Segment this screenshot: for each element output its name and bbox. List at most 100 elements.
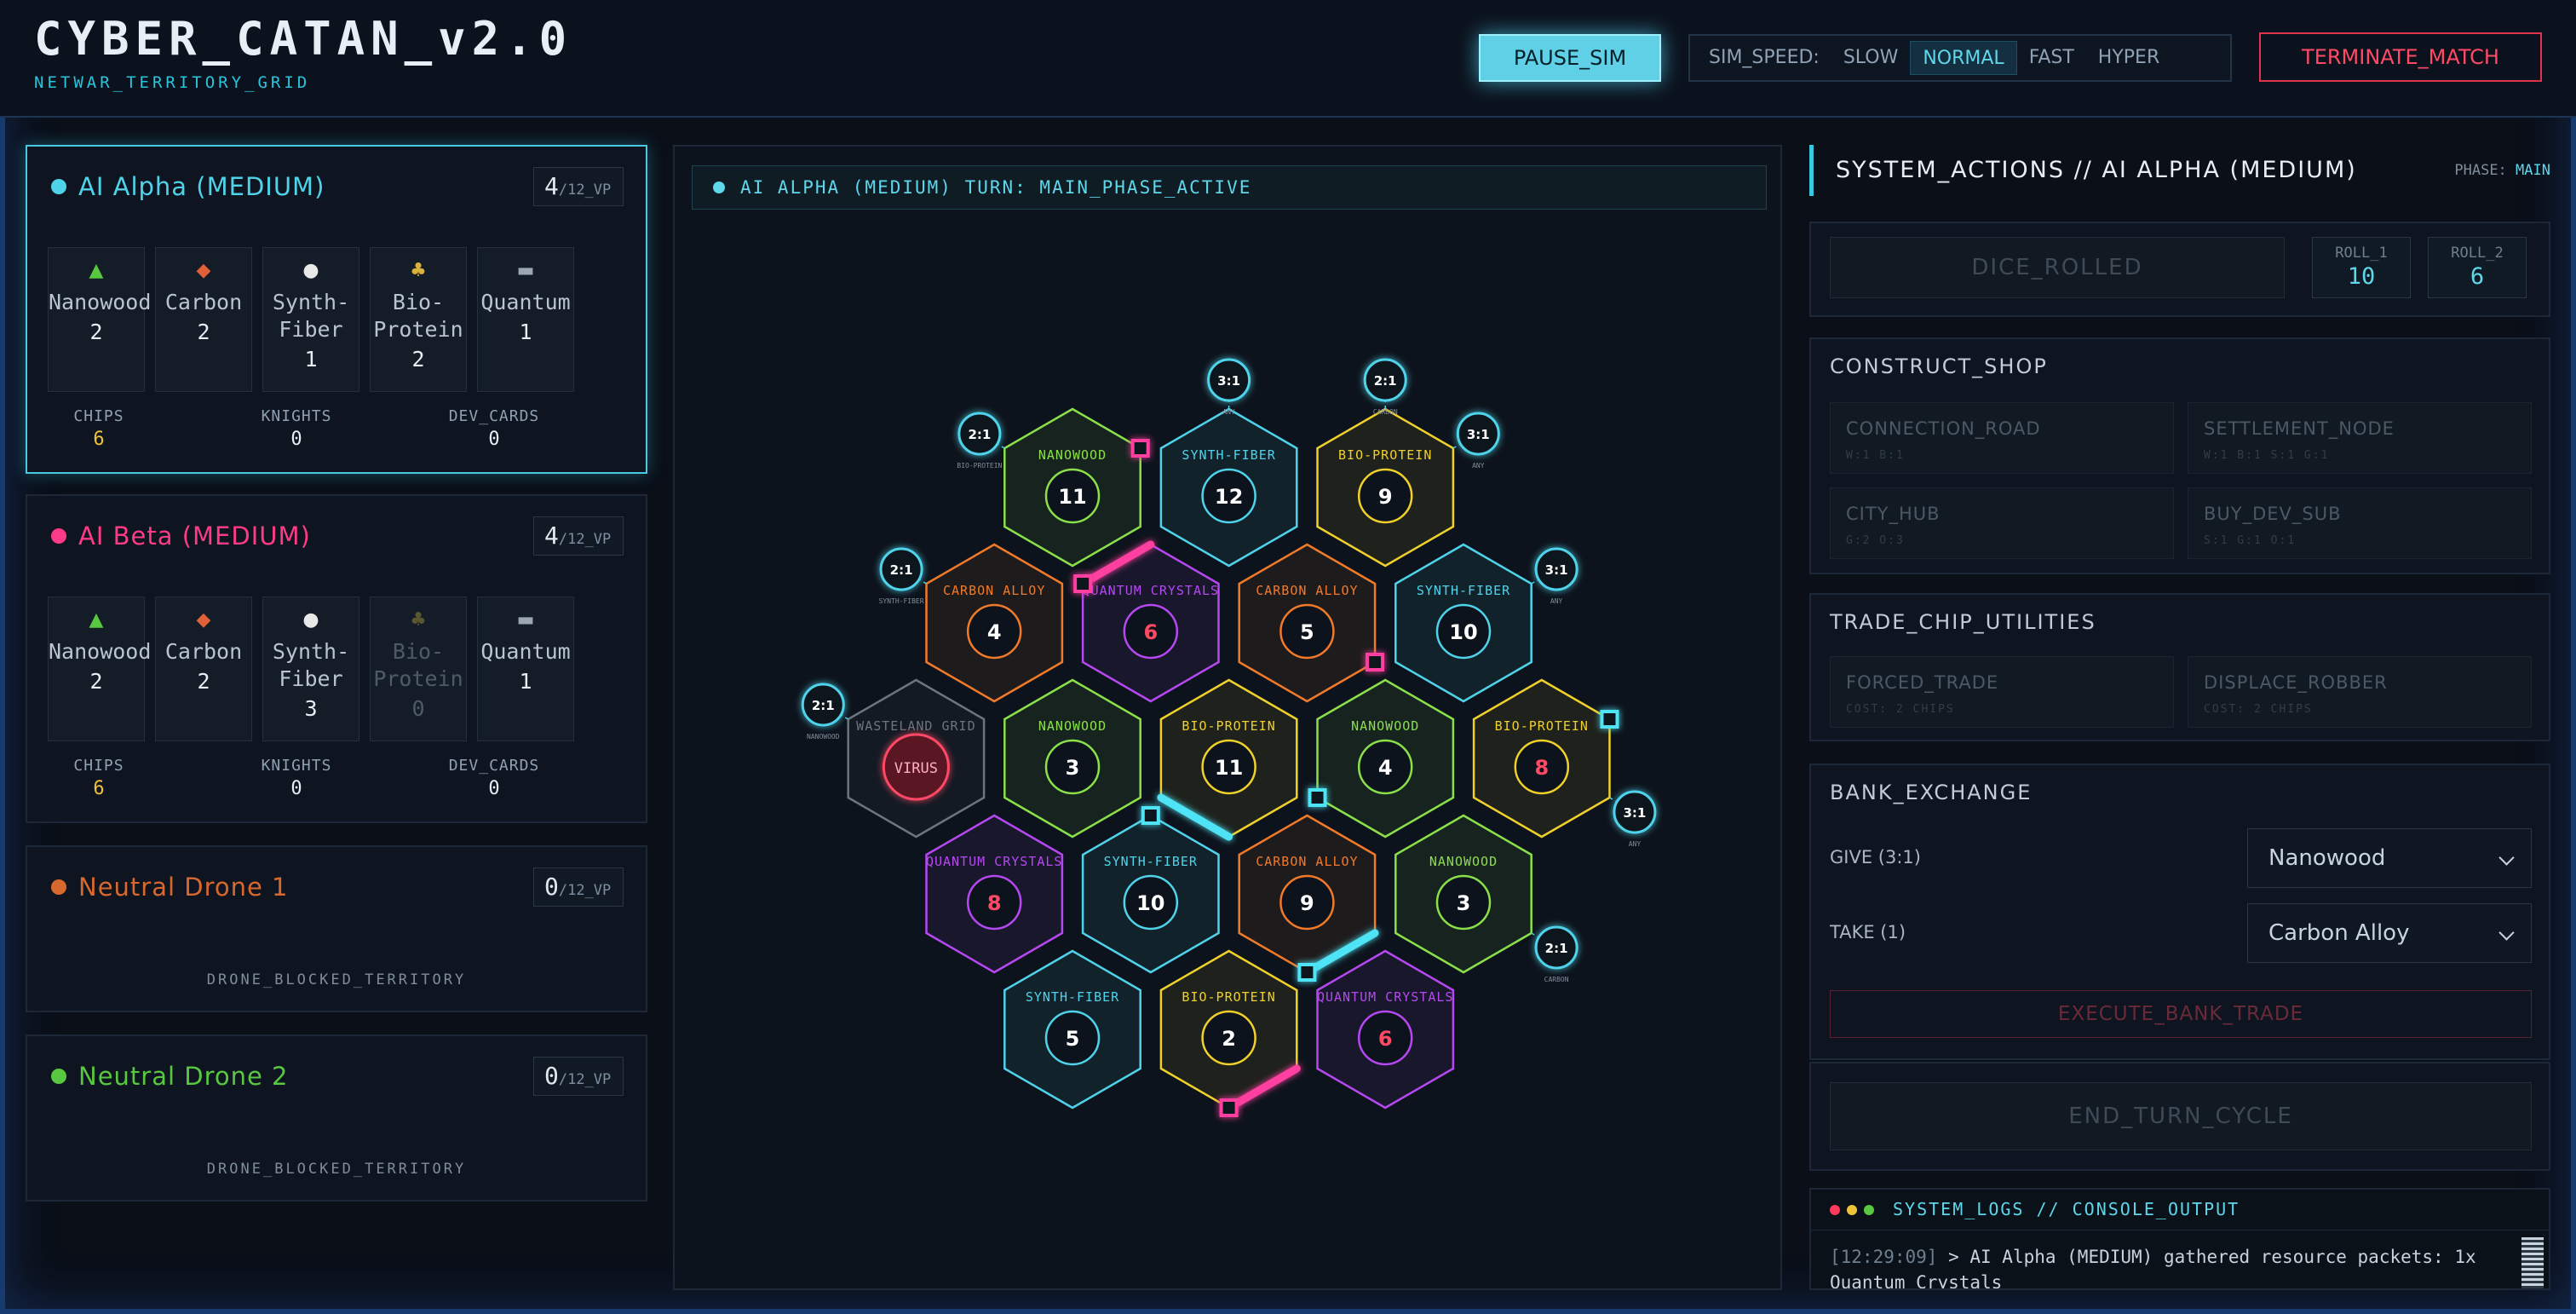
build-city-button[interactable]: CITY_HUB G:2 O:3	[1830, 487, 2174, 559]
speed-option-normal[interactable]: NORMAL	[1910, 41, 2017, 75]
take-resource-select[interactable]: Carbon Alloy	[2247, 903, 2532, 963]
wheat-icon: ♣	[410, 260, 427, 281]
stat-knights: KNIGHTS 0	[261, 757, 332, 799]
victory-points: 0/12_VP	[533, 867, 624, 907]
token-number: 5	[1300, 620, 1314, 644]
port-ratio: 2:1	[812, 698, 835, 713]
take-label: TAKE (1)	[1830, 922, 1906, 942]
build-road-button[interactable]: CONNECTION_ROAD W:1 B:1	[1830, 402, 2174, 474]
logs-scrollbar[interactable]	[2521, 1237, 2544, 1288]
tile-label: BIO-PROTEIN	[1182, 989, 1275, 1005]
end-turn-section: END_TURN_CYCLE	[1809, 1062, 2550, 1171]
resource-nanowood: ▲ Nanowood 2	[48, 247, 151, 392]
port-ratio: 3:1	[1217, 373, 1240, 389]
speed-option-fast[interactable]: FAST	[2017, 41, 2086, 75]
phase-indicator: PHASE: MAIN	[2454, 162, 2550, 179]
robber-label: VIRUS	[894, 760, 938, 777]
section-title: TRADE_CHIP_UTILITIES	[1830, 610, 2096, 634]
player-name: AI Beta (MEDIUM)	[78, 522, 311, 550]
player-card-beta: AI Beta (MEDIUM) 4/12_VP ▲ Nanowood 2 ◆ Car…	[26, 494, 647, 823]
blocked-status: DRONE_BLOCKED_TERRITORY	[206, 1161, 467, 1178]
token-number: 9	[1300, 891, 1314, 915]
token-number: 6	[1143, 620, 1158, 644]
stat-chips: CHIPS 6	[73, 407, 124, 450]
speed-option-slow[interactable]: SLOW	[1831, 41, 1911, 75]
trade-chip-utilities: TRADE_CHIP_UTILITIES FORCED_TRADE COST: 2…	[1809, 593, 2550, 741]
victory-points: 4/12_VP	[533, 516, 624, 556]
port-ratio: 2:1	[1374, 373, 1397, 389]
forced-trade-button[interactable]: FORCED_TRADE COST: 2 CHIPS	[1830, 656, 2174, 728]
token-number: 2	[1222, 1027, 1236, 1051]
green-dot-icon	[1864, 1205, 1874, 1215]
stat-chips: CHIPS 6	[73, 757, 124, 799]
player-name: Neutral Drone 1	[78, 873, 289, 902]
port-resource: ANY	[1472, 462, 1485, 470]
player-color-dot	[51, 879, 66, 895]
token-number: 3	[1457, 891, 1471, 915]
tile-label: QUANTUM CRYSTALS	[1317, 989, 1454, 1005]
sim-speed-selector: SIM_SPEED: SLOW NORMAL FAST HYPER	[1688, 34, 2232, 82]
player-card-alpha: AI Alpha (MEDIUM) 4/12_VP ▲ Nanowood 2 ◆ Ca…	[26, 145, 647, 474]
roll-2-display: ROLL_2 6	[2428, 237, 2527, 298]
sheep-icon: ●	[302, 609, 319, 631]
token-number: 11	[1058, 485, 1086, 509]
speed-option-hyper[interactable]: HYPER	[2086, 41, 2171, 75]
resource-carbon: ◆ Carbon 2	[155, 247, 252, 392]
tile-label: SYNTH-FIBER	[1417, 583, 1510, 598]
crystal-icon: ▬	[516, 609, 535, 631]
victory-points: 4/12_VP	[533, 167, 624, 206]
roll-dice-button[interactable]: DICE_ROLLED	[1830, 237, 2285, 298]
tile-label: NANOWOOD	[1351, 718, 1419, 734]
resource-nanowood: ▲ Nanowood 2	[48, 596, 151, 741]
build-settlement-button[interactable]: SETTLEMENT_NODE W:1 B:1 S:1 G:1	[2188, 402, 2532, 474]
game-board-panel: AI ALPHA (MEDIUM) TURN: MAIN_PHASE_ACTIV…	[673, 145, 1782, 1290]
resource-quantum: ▬ Quantum 1	[477, 247, 574, 392]
tile-label: NANOWOOD	[1429, 854, 1498, 869]
yellow-dot-icon	[1847, 1205, 1857, 1215]
player-card-drone-1: Neutral Drone 1 0/12_VP DRONE_BLOCKED_TE…	[26, 845, 647, 1012]
tile-label: BIO-PROTEIN	[1182, 718, 1275, 734]
player-color-dot	[51, 179, 66, 194]
tile-label: NANOWOOD	[1038, 718, 1107, 734]
resource-quantum: ▬ Quantum 1	[477, 596, 574, 741]
victory-points: 0/12_VP	[533, 1057, 624, 1096]
sheep-icon: ●	[302, 260, 319, 281]
displace-robber-button[interactable]: DISPLACE_ROBBER COST: 2 CHIPS	[2188, 656, 2532, 728]
token-number: 6	[1378, 1027, 1393, 1051]
end-turn-button[interactable]: END_TURN_CYCLE	[1830, 1082, 2532, 1150]
actions-title: SYSTEM_ACTIONS // AI ALPHA (MEDIUM)	[1836, 157, 2357, 183]
roll-1-display: ROLL_1 10	[2312, 237, 2411, 298]
crystal-icon: ▬	[516, 260, 535, 281]
stat-dev-cards: DEV_CARDS 0	[448, 407, 540, 450]
port-resource: CARBON	[1373, 408, 1398, 416]
token-number: 10	[1449, 620, 1477, 644]
port-ratio: 2:1	[1545, 941, 1568, 956]
buy-dev-card-button[interactable]: BUY_DEV_SUB S:1 G:1 O:1	[2188, 487, 2532, 559]
chevron-down-icon	[2498, 850, 2515, 866]
resource-synth-fiber: ● Synth- Fiber 3	[262, 596, 359, 741]
port-ratio: 3:1	[1467, 427, 1490, 442]
app-subtitle: NETWAR_TERRITORY_GRID	[34, 73, 311, 92]
tile-label: NANOWOOD	[1038, 447, 1107, 463]
tile-label: SYNTH-FIBER	[1026, 989, 1119, 1005]
log-line: [12:29:09] > AI Alpha (MEDIUM) gathered …	[1830, 1247, 2476, 1290]
tile-label: BIO-PROTEIN	[1338, 447, 1432, 463]
top-header: CYBER_CATAN_v2.0 NETWAR_TERRITORY_GRID P…	[0, 0, 2576, 118]
port-resource: ANY	[1629, 840, 1642, 848]
sim-speed-label: SIM_SPEED:	[1709, 47, 1820, 68]
ore-icon: ◆	[196, 609, 211, 631]
tile-label: SYNTH-FIBER	[1104, 854, 1198, 869]
give-resource-select[interactable]: Nanowood	[2247, 828, 2532, 888]
settlement	[1073, 574, 1093, 593]
player-color-dot	[51, 528, 66, 544]
red-dot-icon	[1830, 1205, 1840, 1215]
pause-sim-button[interactable]: PAUSE_SIM	[1479, 34, 1661, 82]
system-logs: SYSTEM_LOGS // CONSOLE_OUTPUT [12:29:09]…	[1809, 1188, 2550, 1290]
port-ratio: 2:1	[968, 427, 991, 442]
token-number: 11	[1215, 756, 1243, 780]
execute-bank-trade-button[interactable]: EXECUTE_BANK_TRADE	[1830, 990, 2532, 1038]
tile-label: BIO-PROTEIN	[1495, 718, 1589, 734]
terminate-match-button[interactable]: TERMINATE_MATCH	[2259, 32, 2542, 82]
port-resource: SYNTH-FIBER	[879, 597, 924, 605]
token-number: 9	[1378, 485, 1393, 509]
